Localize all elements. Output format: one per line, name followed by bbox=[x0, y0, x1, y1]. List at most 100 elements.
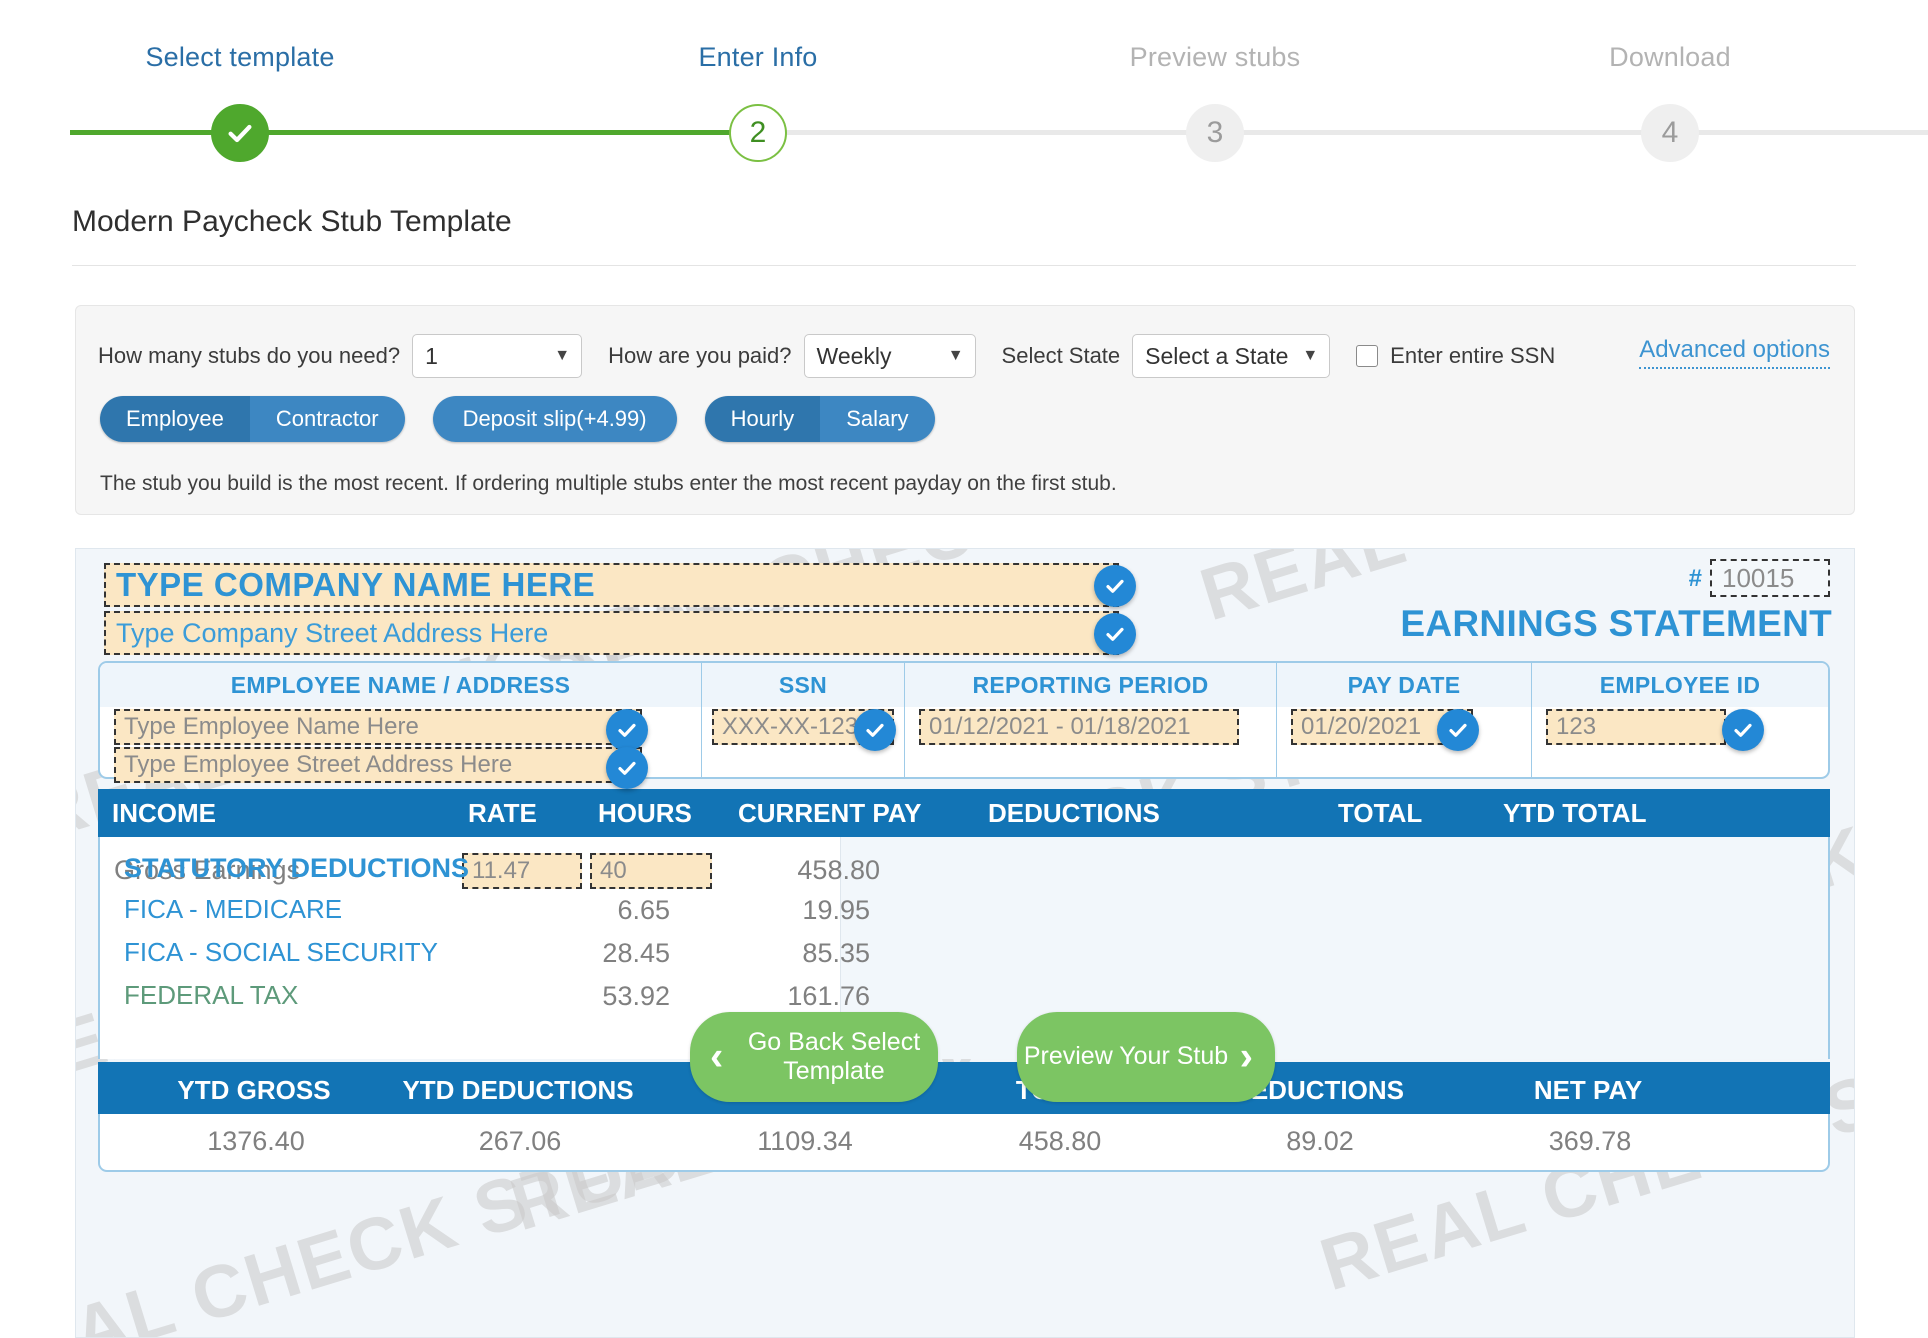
select-state-label: Select State bbox=[1001, 343, 1121, 368]
enter-entire-ssn-checkbox[interactable] bbox=[1356, 345, 1379, 367]
stub-number-input[interactable]: 10015 bbox=[1710, 559, 1830, 597]
options-row-primary: How many stubs do you need? 1 ▼ How are … bbox=[98, 332, 1834, 380]
deduction-total-social-security: 28.45 bbox=[602, 938, 670, 968]
deduction-ytd-social-security: 85.35 bbox=[802, 938, 870, 968]
summary-values-row: 1376.40 267.06 1109.34 458.80 89.02 369.… bbox=[98, 1114, 1830, 1172]
summary-value-ytd-net-pay: 1109.34 bbox=[757, 1126, 853, 1156]
step-marker-3[interactable]: 3 bbox=[1186, 104, 1244, 162]
check-icon bbox=[866, 723, 884, 737]
preview-stub-button[interactable]: Preview Your Stub › bbox=[1017, 1012, 1275, 1102]
page-title: Modern Paycheck Stub Template bbox=[72, 205, 512, 238]
summary-value-total: 458.80 bbox=[1018, 1126, 1102, 1156]
step-label: Select template bbox=[145, 42, 335, 72]
company-address-input[interactable]: Type Company Street Address Here bbox=[104, 611, 1119, 655]
state-select-wrap[interactable]: Select a State ▼ bbox=[1132, 334, 1331, 378]
summary-header-net-pay: NET PAY bbox=[1533, 1075, 1643, 1105]
deductions-panel bbox=[840, 837, 1828, 1059]
toggle-option-deposit-slip[interactable]: Deposit slip(+4.99) bbox=[432, 396, 677, 442]
toggle-option-contractor[interactable]: Contractor bbox=[249, 396, 405, 442]
ssn-confirm-icon[interactable] bbox=[854, 709, 896, 751]
header-total: TOTAL bbox=[1338, 797, 1423, 828]
deduction-label-federal-tax: FEDERAL TAX bbox=[124, 980, 299, 1010]
column-header: EMPLOYEE ID bbox=[1532, 663, 1828, 707]
column-header: PAY DATE bbox=[1277, 663, 1531, 707]
header-deductions: DEDUCTIONS bbox=[988, 797, 1160, 828]
income-deductions-header-band: INCOME RATE HOURS CURRENT PAY DEDUCTIONS… bbox=[98, 789, 1830, 837]
company-address-confirm-icon[interactable] bbox=[1094, 613, 1136, 655]
toggle-pay-type[interactable]: Hourly Salary bbox=[704, 396, 935, 442]
advanced-options-link[interactable]: Advanced options bbox=[1639, 336, 1830, 369]
summary-header-ytd-gross: YTD GROSS bbox=[177, 1075, 331, 1105]
pay-date-column: PAY DATE 01/20/2021 bbox=[1277, 663, 1532, 777]
header-income: INCOME bbox=[112, 797, 216, 828]
toggle-deposit-slip[interactable]: Deposit slip(+4.99) bbox=[432, 396, 677, 442]
header-ytd-total: YTD TOTAL bbox=[1503, 797, 1647, 828]
deduction-label-medicare: FICA - MEDICARE bbox=[124, 894, 343, 924]
current-pay-value: 458.80 bbox=[797, 855, 880, 885]
column-header: REPORTING PERIOD bbox=[905, 663, 1276, 707]
employee-info-table: EMPLOYEE NAME / ADDRESS Type Employee Na… bbox=[98, 661, 1830, 789]
reporting-period-input[interactable]: 01/12/2021 - 01/18/2021 bbox=[919, 709, 1239, 745]
paystub-preview: REAL CHECK STUBS REAL CHECK STUBS REAL C… bbox=[75, 548, 1855, 1338]
check-icon bbox=[1106, 627, 1124, 641]
check-icon bbox=[1449, 723, 1467, 737]
company-name-placeholder: TYPE COMPANY NAME HERE bbox=[116, 566, 596, 603]
go-back-button-label: Go Back Select Template bbox=[747, 1027, 921, 1086]
check-icon bbox=[618, 723, 636, 737]
toggle-option-employee[interactable]: Employee bbox=[100, 396, 250, 442]
step-marker-2[interactable]: 2 bbox=[729, 104, 787, 162]
summary-header-band: YTD GROSS YTD DEDUCTIONS YTD NET PAY TOT… bbox=[98, 1062, 1830, 1114]
statutory-deductions-title: STATUTORY DEDUCTIONS bbox=[124, 853, 470, 883]
stub-number-value: 10015 bbox=[1722, 562, 1795, 593]
deduction-total-federal-tax: 53.92 bbox=[602, 981, 670, 1011]
employee-address-input[interactable]: Type Employee Street Address Here bbox=[114, 747, 642, 783]
deduction-ytd-medicare: 19.95 bbox=[802, 895, 870, 925]
summary-value-net-pay: 369.78 bbox=[1548, 1126, 1632, 1156]
step-marker-4[interactable]: 4 bbox=[1641, 104, 1699, 162]
pay-date-confirm-icon[interactable] bbox=[1437, 709, 1479, 751]
chevron-right-icon: › bbox=[1239, 1034, 1253, 1079]
header-hours: HOURS bbox=[598, 797, 692, 828]
company-name-input[interactable]: TYPE COMPANY NAME HERE bbox=[104, 563, 1119, 607]
employee-name-input[interactable]: Type Employee Name Here bbox=[114, 709, 642, 745]
company-address-placeholder: Type Company Street Address Here bbox=[116, 617, 549, 648]
go-back-button[interactable]: ‹ Go Back Select Template bbox=[690, 1012, 938, 1102]
enter-entire-ssn-label: Enter entire SSN bbox=[1390, 343, 1556, 368]
rate-input[interactable]: 11.47 bbox=[462, 853, 582, 889]
state-select[interactable]: Select a State bbox=[1132, 334, 1331, 378]
header-current-pay: CURRENT PAY bbox=[738, 797, 922, 828]
toggle-option-salary[interactable]: Salary bbox=[820, 396, 935, 442]
summary-header-ytd-deductions: YTD DEDUCTIONS bbox=[402, 1075, 634, 1105]
toggle-option-hourly[interactable]: Hourly bbox=[704, 396, 821, 442]
chevron-left-icon: ‹ bbox=[710, 1034, 724, 1079]
paid-frequency-select-wrap[interactable]: Weekly ▼ bbox=[803, 334, 976, 378]
employee-address-confirm-icon[interactable] bbox=[606, 747, 648, 789]
stubs-count-select-wrap[interactable]: 1 ▼ bbox=[412, 334, 583, 378]
employee-id-input[interactable]: 123 bbox=[1546, 709, 1726, 745]
progress-stepper: Select template Enter Info 2 Preview stu… bbox=[0, 0, 1928, 162]
check-icon bbox=[228, 124, 252, 143]
summary-value-ytd-gross: 1376.40 bbox=[207, 1126, 305, 1156]
ssn-column: SSN XXX-XX-1234 bbox=[702, 663, 905, 777]
employee-name-address-column: EMPLOYEE NAME / ADDRESS Type Employee Na… bbox=[100, 663, 702, 789]
employee-id-column: EMPLOYEE ID 123 bbox=[1532, 663, 1828, 777]
employee-id-confirm-icon[interactable] bbox=[1722, 709, 1764, 751]
company-name-confirm-icon[interactable] bbox=[1094, 565, 1136, 607]
toggle-worker-type[interactable]: Employee Contractor bbox=[100, 396, 405, 442]
stub-number-symbol: # bbox=[1688, 565, 1702, 592]
title-divider bbox=[72, 265, 1856, 266]
stepper-track-completed bbox=[70, 130, 755, 135]
step-label: Download bbox=[1609, 42, 1731, 72]
deduction-label-social-security: FICA - SOCIAL SECURITY bbox=[124, 937, 438, 967]
stubs-count-select[interactable]: 1 bbox=[412, 334, 583, 378]
deduction-ytd-federal-tax: 161.76 bbox=[787, 981, 870, 1011]
paid-frequency-select[interactable]: Weekly bbox=[803, 334, 976, 378]
reporting-period-column: REPORTING PERIOD 01/12/2021 - 01/18/2021 bbox=[905, 663, 1277, 777]
hours-input[interactable]: 40 bbox=[590, 853, 712, 889]
step-marker-check[interactable] bbox=[211, 104, 269, 162]
deduction-total-medicare: 6.65 bbox=[617, 895, 670, 925]
options-row-toggles: Employee Contractor Deposit slip(+4.99) … bbox=[100, 396, 963, 442]
check-icon bbox=[1106, 579, 1124, 593]
employee-name-confirm-icon[interactable] bbox=[606, 709, 648, 751]
header-rate: RATE bbox=[468, 797, 537, 828]
